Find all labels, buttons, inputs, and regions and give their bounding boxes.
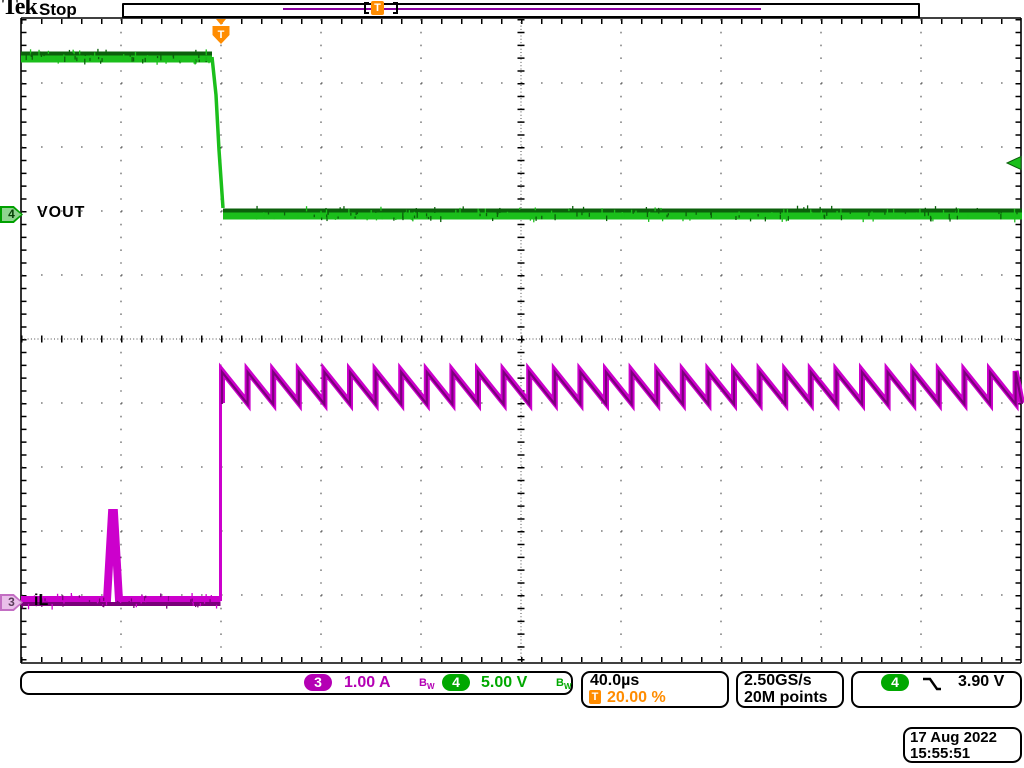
ch3-scale: 1.00 A bbox=[344, 674, 391, 692]
time-value: 15:55:51 bbox=[910, 745, 970, 763]
trigger-slope-falling-icon bbox=[921, 676, 943, 692]
record-window-bracket-left[interactable] bbox=[364, 2, 369, 14]
ch3-bandwidth-icon: BW bbox=[419, 677, 435, 691]
trigger-position-value: 20.00 % bbox=[607, 689, 666, 707]
trigger-flag-icon: T bbox=[213, 19, 230, 44]
svg-text:T: T bbox=[218, 29, 225, 41]
ch3-badge[interactable]: 3 bbox=[304, 674, 332, 691]
ch3-label: iL bbox=[34, 592, 48, 610]
record-window-bracket-right[interactable] bbox=[393, 2, 398, 14]
trigger-t-icon: T bbox=[589, 690, 601, 704]
ch4-bandwidth-icon: BW bbox=[556, 677, 572, 691]
trigger-source-badge[interactable]: 4 bbox=[881, 674, 909, 691]
bw-sub-letter: W bbox=[564, 682, 572, 691]
bw-letter: B bbox=[556, 677, 564, 689]
acquisition-status: Stop bbox=[39, 0, 77, 20]
ch4-badge[interactable]: 4 bbox=[442, 674, 470, 691]
record-view-trace bbox=[283, 8, 761, 10]
trigger-level-value: 3.90 V bbox=[958, 673, 1004, 691]
bw-letter: B bbox=[419, 677, 427, 689]
trigger-level-arrow-icon bbox=[1007, 157, 1021, 170]
tek-logo: Tek bbox=[2, 0, 37, 21]
scope-display: T bbox=[0, 0, 1024, 768]
timebase-value: 40.0µs bbox=[590, 672, 639, 690]
sample-rate-value: 2.50GS/s bbox=[744, 672, 812, 690]
ch4-scale: 5.00 V bbox=[481, 674, 527, 692]
bw-sub-letter: W bbox=[427, 682, 435, 691]
ch3-trace bbox=[21, 513, 221, 600]
record-length-value: 20M points bbox=[744, 689, 828, 707]
ch4-label: VOUT bbox=[37, 204, 85, 222]
record-view-bar[interactable] bbox=[122, 3, 920, 18]
trigger-position-icon[interactable]: T bbox=[371, 1, 384, 15]
